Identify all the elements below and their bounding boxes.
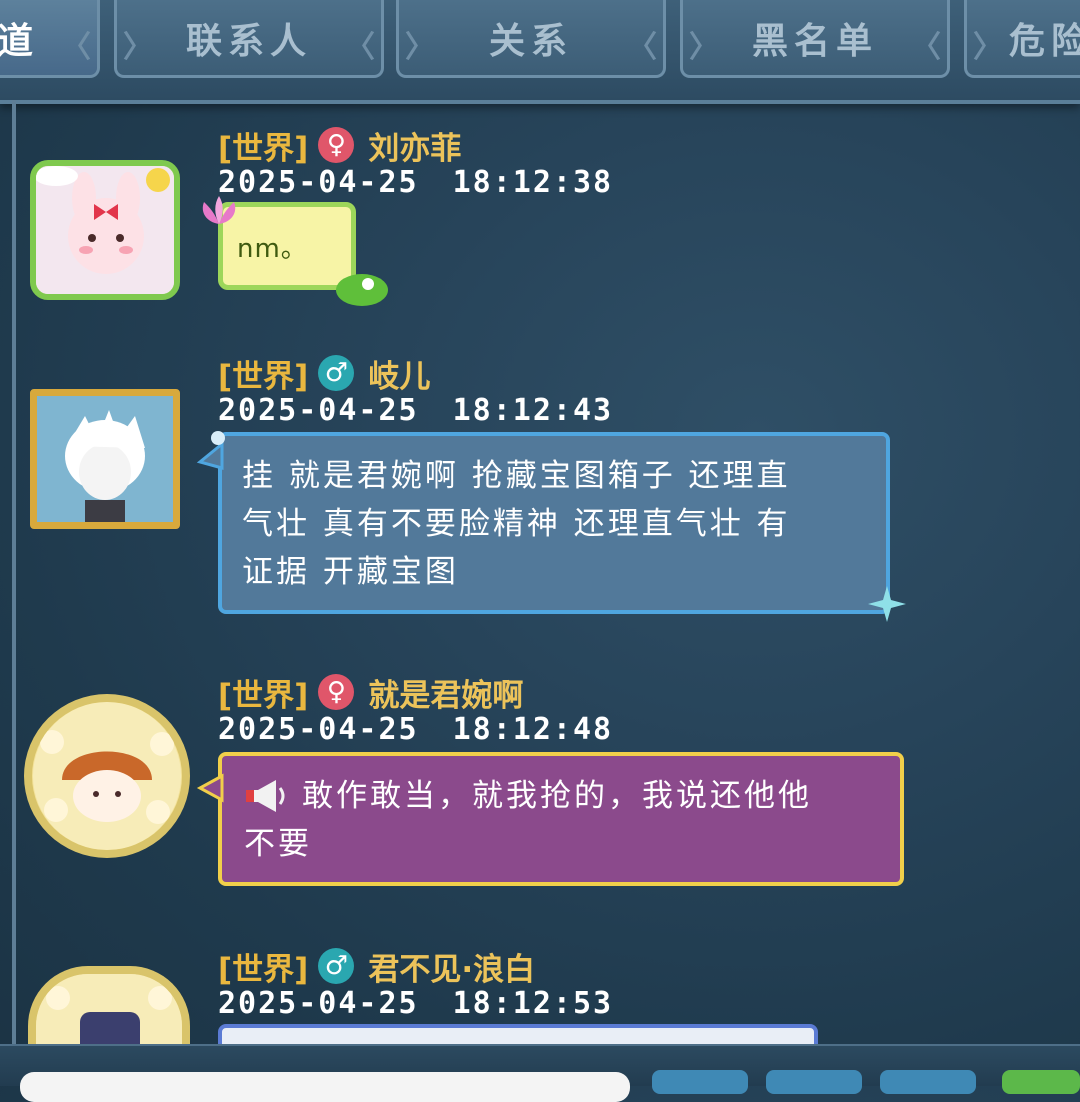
channel-tab-bar: 频道 〈 〉 联系人 〈 〉 关系 〈 〉 黑名单 〈 〉 危险 [0,0,1080,104]
toolbar-button[interactable] [880,1070,976,1094]
time-text: 18:12:53 [452,986,614,1021]
date-text: 2025-04-25 [218,165,419,200]
message-line: 证据 开藏宝图 [242,554,459,590]
message-header: [世界] ♀ 就是君婉啊 2025-04-25 18:12:48 [218,672,613,748]
tab-ornament-icon: 〈 [345,30,375,65]
male-icon: ♂ [318,355,355,391]
tab-blacklist[interactable]: 〉 黑名单 〈 [680,0,950,78]
tab-contacts[interactable]: 〉 联系人 〈 [114,0,384,78]
time-text: 18:12:38 [452,165,614,200]
bunny-avatar-icon [36,166,174,294]
tab-ornament-icon: 〉 [123,30,153,65]
tab-ornament-icon: 〈 [911,30,941,65]
bubble-tail-icon [196,773,224,803]
female-icon: ♀ [318,674,355,710]
channel-tag: [世界] [218,130,309,167]
tab-relations[interactable]: 〉 关系 〈 [396,0,666,78]
timestamp: 2025-04-25 18:12:38 [218,165,613,201]
date-text: 2025-04-25 [218,393,419,428]
message-text: 敢作敢当，就我抢的，我说还他他 [302,778,812,814]
message-bubble: 挂 就是君婉啊 抢藏宝图箱子 还理直 气壮 真有不要脸精神 还理直气壮 有 证据… [218,432,890,614]
tab-ornament-icon: 〈 [61,30,91,65]
tab-ornament-icon: 〉 [689,30,719,65]
message-header: [世界] ♂ 君不见·浪白 2025-04-25 18:12:53 [218,946,613,1022]
message-header: [世界] ♂ 岐儿 2025-04-25 18:12:43 [218,353,613,429]
time-text: 18:12:48 [452,712,614,747]
female-icon: ♀ [318,127,355,163]
message-line: 敢作敢当，就我抢的，我说还他他 [244,772,878,820]
timestamp: 2025-04-25 18:12:53 [218,986,613,1022]
date-text: 2025-04-25 [218,986,419,1021]
message-header: [世界] ♀ 刘亦菲 2025-04-25 18:12:38 [218,125,613,201]
toolbar-button[interactable] [652,1070,748,1094]
tab-ornament-icon: 〉 [405,30,435,65]
lily-pad-icon [336,274,388,306]
male-icon: ♂ [318,948,355,984]
channel-tag: [世界] [218,677,309,714]
sender-name[interactable]: 就是君婉啊 [368,670,523,715]
megaphone-icon [246,780,285,812]
tab-relations-label: 关系 [488,20,573,62]
message-line: 气壮 真有不要脸精神 还理直气壮 有 [242,506,791,542]
message-line: 挂 就是君婉啊 抢藏宝图箱子 还理直 [242,458,791,494]
avatar[interactable] [24,694,190,858]
tab-danger-label: 危险 [1009,20,1080,62]
tab-ornament-icon: 〈 [627,30,657,65]
message-text: nm。 [237,234,308,264]
toolbar-button[interactable] [766,1070,862,1094]
white-hair-character-icon [37,396,173,522]
tab-blacklist-label: 黑名单 [751,20,878,62]
lotus-flower-icon [202,196,236,224]
chat-input[interactable] [20,1072,630,1102]
mushroom-character-icon [33,702,181,850]
bubble-tail-icon [196,431,225,470]
timestamp: 2025-04-25 18:12:43 [218,393,613,429]
channel-tag: [世界] [218,951,309,988]
avatar[interactable] [30,160,180,300]
tab-contacts-label: 联系人 [185,20,312,62]
send-button[interactable] [1002,1070,1080,1094]
tab-channel-label: 频道 [0,20,40,62]
date-text: 2025-04-25 [218,712,419,747]
channel-tag: [世界] [218,358,309,395]
sender-name[interactable]: 刘亦菲 [368,123,461,168]
sender-name[interactable]: 君不见·浪白 [368,944,535,989]
tab-danger[interactable]: 〉 危险 [964,0,1080,78]
tab-ornament-icon: 〉 [973,30,1003,65]
time-text: 18:12:43 [452,393,614,428]
message-bubble: 敢作敢当，就我抢的，我说还他他 不要 [218,752,904,886]
tab-channel[interactable]: 频道 〈 [0,0,100,78]
message-line: 不要 [244,826,312,862]
sparkle-decoration-icon [868,586,906,622]
avatar[interactable] [30,389,180,529]
timestamp: 2025-04-25 18:12:48 [218,712,613,748]
chat-message: [世界] ♀ 刘亦菲 2025-04-25 18:12:38 [0,125,1080,315]
sender-name[interactable]: 岐儿 [368,351,430,396]
